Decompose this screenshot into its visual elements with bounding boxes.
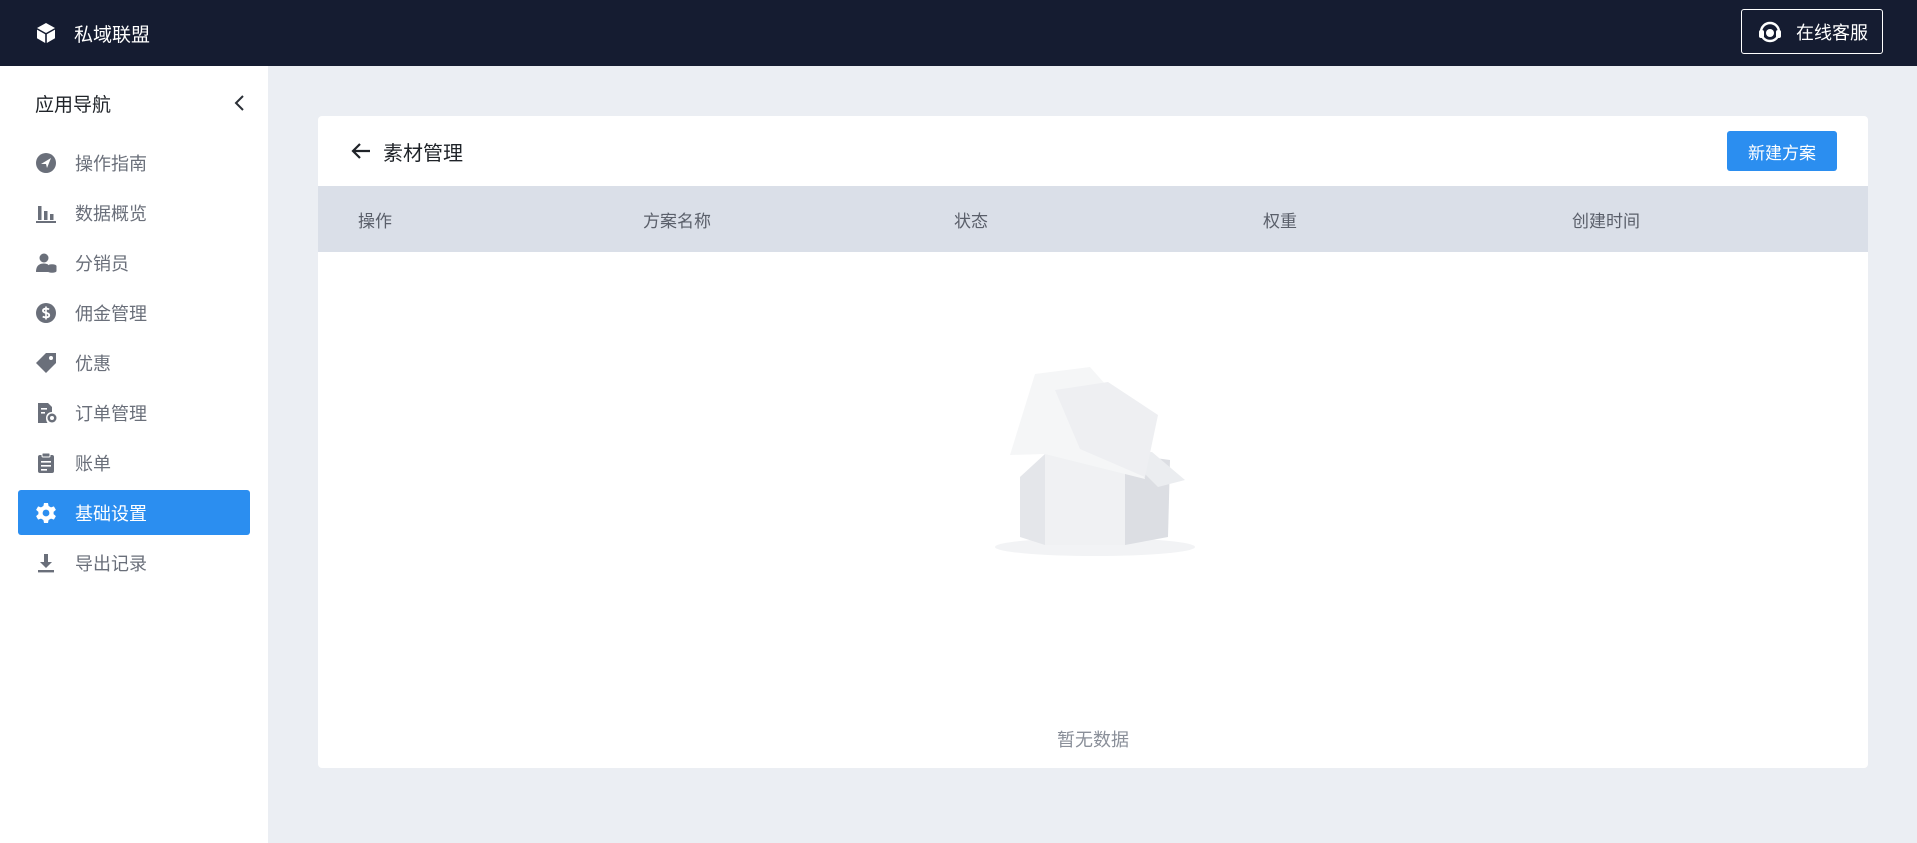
online-service-label: 在线客服 [1796,22,1868,44]
sidebar-item-label: 佣金管理 [75,303,147,325]
column-header-status: 状态 [954,211,988,232]
sidebar-item-export[interactable]: 导出记录 [18,540,250,585]
sidebar-item-guide[interactable]: 操作指南 [18,140,250,185]
dollar-icon [36,302,56,323]
bar-chart-icon [36,205,56,223]
top-header: 私域联盟 在线客服 [0,0,1917,66]
sidebar-item-label: 导出记录 [75,553,147,575]
sidebar-item-commission[interactable]: 佣金管理 [18,290,250,335]
sidebar-item-label: 订单管理 [75,403,147,425]
online-service-button[interactable]: 在线客服 [1741,9,1883,54]
tag-icon [36,352,56,373]
user-coins-icon [36,253,57,273]
column-header-action: 操作 [358,211,392,232]
sidebar-nav: 操作指南 数据概览 分销员 佣金管理 优惠 订单管理 账单 基础设置 导出记录 [0,140,268,585]
material-management-card: 素材管理 新建方案 操作 方案名称 状态 权重 创建时间 暂无数据 [318,116,1868,768]
sidebar: 应用导航 操作指南 数据概览 分销员 佣金管理 优惠 订单管理 账单 基础设置 … [0,66,268,843]
empty-box-icon [995,367,1195,556]
sidebar-item-label: 分销员 [75,253,129,275]
sidebar-item-label: 账单 [75,453,111,475]
headset-icon [1759,21,1781,42]
card-header: 素材管理 新建方案 [318,116,1868,186]
sidebar-item-orders[interactable]: 订单管理 [18,390,250,435]
page-title: 素材管理 [383,140,463,165]
table-header: 操作 方案名称 状态 权重 创建时间 [318,186,1868,252]
chevron-left-icon[interactable] [230,93,250,113]
sidebar-item-bill[interactable]: 账单 [18,440,250,485]
cube-logo-icon [37,23,55,43]
brand: 私域联盟 [34,20,150,47]
sidebar-title: 应用导航 [35,93,112,116]
column-header-created-time: 创建时间 [1572,211,1640,232]
order-icon [38,402,57,423]
sidebar-item-label: 优惠 [75,353,111,375]
brand-name: 私域联盟 [74,23,151,46]
empty-state: 暂无数据 [318,252,1868,768]
arrow-left-icon [351,143,370,159]
gear-icon [36,502,56,523]
clipboard-icon [38,452,54,473]
download-icon [38,553,54,572]
column-header-plan-name: 方案名称 [643,211,711,232]
sidebar-item-discount[interactable]: 优惠 [18,340,250,385]
sidebar-item-label: 数据概览 [75,203,147,225]
new-plan-button[interactable]: 新建方案 [1727,131,1837,171]
sidebar-header: 应用导航 [0,66,268,140]
sidebar-item-overview[interactable]: 数据概览 [18,190,250,235]
sidebar-item-distributor[interactable]: 分销员 [18,240,250,285]
back-button[interactable]: 素材管理 [348,137,463,166]
empty-text: 暂无数据 [1057,730,1129,751]
sidebar-item-label: 操作指南 [75,153,147,175]
sidebar-item-settings[interactable]: 基础设置 [18,490,250,535]
compass-icon [36,152,56,173]
column-header-weight: 权重 [1263,211,1297,232]
sidebar-item-label: 基础设置 [75,503,147,525]
